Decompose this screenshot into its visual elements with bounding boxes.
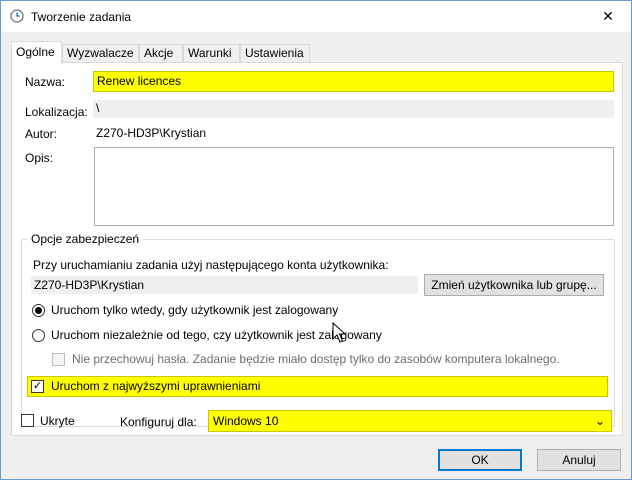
location-label: Lokalizacja: <box>25 105 88 119</box>
hidden-label[interactable]: Ukryte <box>40 414 75 428</box>
tab-actions[interactable]: Akcje <box>139 44 183 63</box>
tab-label: Wyzwalacze <box>67 46 134 60</box>
ok-button[interactable]: OK <box>438 449 522 471</box>
cancel-button[interactable]: Anuluj <box>537 449 621 471</box>
configure-for-label: Konfiguruj dla: <box>120 415 197 429</box>
no-store-password-label[interactable]: Nie przechowuj hasła. Zadanie będzie mia… <box>72 352 560 366</box>
tab-general[interactable]: Ogólne <box>11 41 62 64</box>
no-store-password-checkbox[interactable] <box>52 353 65 366</box>
description-label: Opis: <box>25 151 54 165</box>
name-label: Nazwa: <box>25 75 66 89</box>
tab-label: Ogólne <box>16 45 55 59</box>
window-title: Tworzenie zadania <box>31 10 132 24</box>
tab-settings[interactable]: Ustawienia <box>240 44 310 63</box>
close-icon: ✕ <box>602 7 614 24</box>
dialog-window: Tworzenie zadania ✕ Ogólne Wyzwalacze Ak… <box>0 0 632 480</box>
name-input[interactable]: Renew licences <box>93 71 614 92</box>
mouse-cursor-icon <box>332 322 346 343</box>
author-value: Z270-HD3P\Krystian <box>96 126 207 140</box>
tab-label: Ustawienia <box>245 46 304 60</box>
configure-for-select[interactable]: Windows 10 ⌄ <box>208 410 612 432</box>
change-user-button[interactable]: Zmień użytkownika lub grupę... <box>424 274 604 296</box>
configure-for-value: Windows 10 <box>213 414 279 428</box>
author-label: Autor: <box>25 127 58 141</box>
account-value: Z270-HD3P\Krystian <box>31 276 418 294</box>
chevron-down-icon: ⌄ <box>594 414 605 428</box>
tab-triggers[interactable]: Wyzwalacze <box>62 44 139 63</box>
highest-privileges-label[interactable]: Uruchom z najwyższymi uprawnieniami <box>51 379 260 393</box>
account-prompt: Przy uruchamianiu zadania użyj następują… <box>33 258 389 272</box>
hidden-checkbox[interactable] <box>21 414 34 427</box>
check-icon: ✓ <box>32 380 43 392</box>
run-logged-on-radio[interactable] <box>32 304 45 317</box>
location-value: \ <box>93 100 614 118</box>
tab-conditions[interactable]: Warunki <box>183 44 240 63</box>
tab-label: Warunki <box>188 46 232 60</box>
run-regardless-radio[interactable] <box>32 329 45 342</box>
highest-privileges-checkbox[interactable]: ✓ <box>31 380 44 393</box>
title-bar[interactable]: Tworzenie zadania ✕ <box>1 1 631 32</box>
description-textarea[interactable] <box>94 147 614 226</box>
general-panel: Nazwa: Renew licences Lokalizacja: \ Aut… <box>11 62 623 436</box>
security-group-title: Opcje zabezpieczeń <box>28 232 143 246</box>
close-button[interactable]: ✕ <box>585 1 631 31</box>
run-logged-on-label[interactable]: Uruchom tylko wtedy, gdy użytkownik jest… <box>51 303 338 317</box>
tab-label: Akcje <box>144 46 174 60</box>
clock-icon <box>10 9 24 23</box>
